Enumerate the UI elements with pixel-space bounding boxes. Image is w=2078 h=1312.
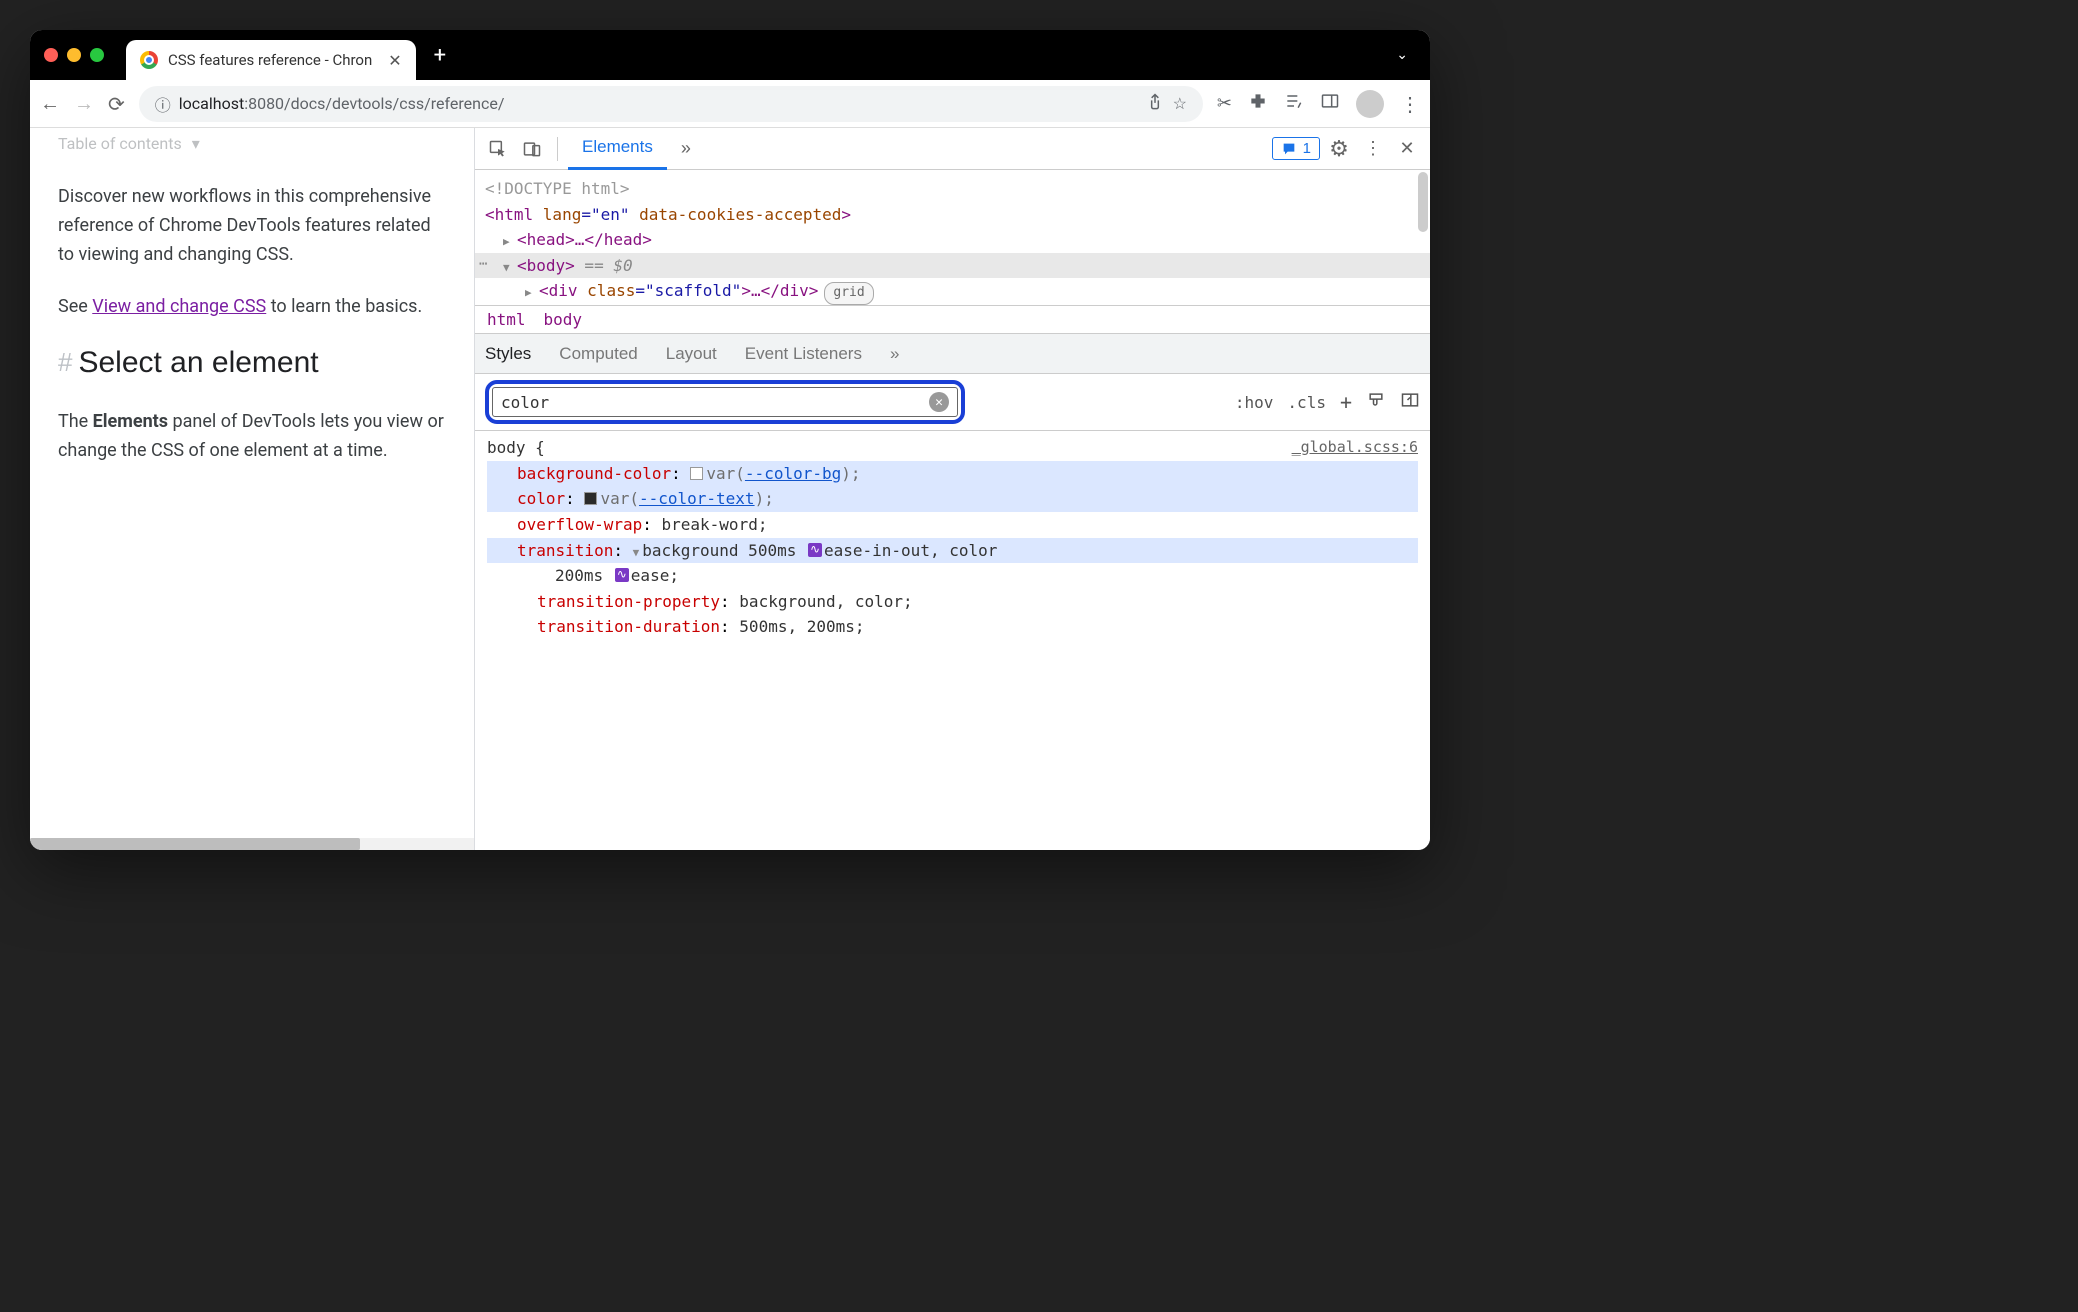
inspect-icon[interactable] (483, 134, 513, 164)
browser-toolbar: ← → ⟳ ⓘ localhost:8080/docs/devtools/css… (30, 80, 1430, 128)
content-area: Table of contents ▾ Discover new workflo… (30, 128, 1430, 850)
back-button[interactable]: ← (40, 91, 60, 116)
declaration-background-color[interactable]: background-color: var(--color-bg); (487, 461, 1418, 487)
new-style-rule-icon[interactable]: + (1340, 390, 1352, 414)
horizontal-scrollbar[interactable] (30, 838, 474, 850)
close-devtools-icon[interactable]: ✕ (1392, 134, 1422, 164)
tab-elements[interactable]: Elements (568, 128, 667, 170)
grid-badge[interactable]: grid (824, 282, 873, 305)
styles-tabs: Styles Computed Layout Event Listeners » (475, 334, 1430, 374)
page-viewport: Table of contents ▾ Discover new workflo… (30, 128, 475, 850)
window-controls (44, 48, 104, 62)
declaration-transition[interactable]: transition: ▼background 500ms ease-in-ou… (487, 538, 1418, 564)
dom-node-head[interactable]: ▶<head>…</head> (475, 227, 1430, 253)
titlebar: CSS features reference - Chron ✕ + ⌄ (30, 30, 1430, 80)
declaration-overflow-wrap[interactable]: overflow-wrap: break-word; (487, 512, 1418, 538)
extensions-icon[interactable] (1248, 91, 1268, 116)
hov-button[interactable]: :hov (1235, 393, 1274, 412)
browser-tab[interactable]: CSS features reference - Chron ✕ (126, 40, 416, 80)
profile-avatar[interactable] (1356, 90, 1384, 118)
reading-list-icon[interactable] (1284, 91, 1304, 116)
styles-pane[interactable]: body { _global.scss:6 background-color: … (475, 431, 1430, 850)
node-menu-icon[interactable]: ⋯ (479, 253, 487, 275)
tabs-menu-button[interactable]: ⌄ (1396, 47, 1408, 63)
dom-doctype[interactable]: <!DOCTYPE html> (485, 179, 630, 198)
more-tabs-icon[interactable]: » (890, 344, 899, 364)
page-paragraph: See View and change CSS to learn the bas… (58, 293, 446, 322)
bezier-swatch-icon[interactable] (808, 543, 822, 557)
device-toolbar-icon[interactable] (517, 134, 547, 164)
breadcrumb-body[interactable]: body (544, 310, 583, 329)
dom-node-html[interactable]: <html lang="en" data-cookies-accepted> (475, 202, 1430, 228)
more-tabs-icon[interactable]: » (671, 134, 701, 164)
devtools-panel: Elements » 1 ⚙ ⋮ ✕ <!DOCTYPE html> <html… (475, 128, 1430, 850)
browser-window: CSS features reference - Chron ✕ + ⌄ ← →… (30, 30, 1430, 850)
chevron-down-icon: ▾ (192, 134, 200, 153)
devtools-menu-icon[interactable]: ⋮ (1358, 134, 1388, 164)
declaration-transition-cont[interactable]: 200ms ease; (487, 563, 1418, 589)
page-heading-select-element: #Select an element (58, 346, 446, 380)
close-window-button[interactable] (44, 48, 58, 62)
color-swatch-icon[interactable] (690, 467, 703, 480)
computed-sidebar-icon[interactable] (1400, 390, 1420, 414)
declaration-transition-duration[interactable]: transition-duration: 500ms, 200ms; (487, 614, 1418, 640)
scissors-icon[interactable]: ✂ (1217, 93, 1232, 114)
dom-tree[interactable]: <!DOCTYPE html> <html lang="en" data-coo… (475, 170, 1430, 305)
styles-filter-input[interactable] (501, 393, 923, 412)
forward-button[interactable]: → (74, 91, 94, 116)
page-paragraph: Discover new workflows in this comprehen… (58, 183, 446, 269)
toc-toggle[interactable]: Table of contents ▾ (58, 134, 446, 153)
settings-gear-icon[interactable]: ⚙ (1324, 134, 1354, 164)
breadcrumb-html[interactable]: html (487, 310, 526, 329)
vertical-scrollbar[interactable] (1418, 172, 1428, 232)
site-info-icon[interactable]: ⓘ (155, 92, 171, 116)
tab-event-listeners[interactable]: Event Listeners (745, 344, 862, 364)
expand-shorthand-icon[interactable]: ▼ (633, 546, 640, 559)
issues-button[interactable]: 1 (1272, 137, 1320, 160)
rule-header: body { _global.scss:6 (487, 435, 1418, 461)
devtools-header: Elements » 1 ⚙ ⋮ ✕ (475, 128, 1430, 170)
browser-menu-button[interactable]: ⋮ (1400, 92, 1420, 116)
declaration-color[interactable]: color: var(--color-text); (487, 486, 1418, 512)
reload-button[interactable]: ⟳ (108, 92, 125, 116)
address-bar[interactable]: ⓘ localhost:8080/docs/devtools/css/refer… (139, 86, 1203, 122)
tab-computed[interactable]: Computed (559, 344, 637, 364)
dom-node-div[interactable]: ▶<div class="scaffold">…</div>grid (475, 278, 1430, 305)
paint-brush-icon[interactable] (1366, 390, 1386, 414)
maximize-window-button[interactable] (90, 48, 104, 62)
expand-arrow-icon[interactable]: ▶ (525, 284, 539, 302)
tab-layout[interactable]: Layout (666, 344, 717, 364)
color-swatch-icon[interactable] (584, 492, 597, 505)
clear-filter-icon[interactable]: ✕ (929, 392, 949, 412)
filter-highlight: ✕ (485, 380, 965, 424)
anchor-hash-icon[interactable]: # (58, 347, 72, 377)
toolbar-actions: ✂ ⋮ (1217, 90, 1420, 118)
tab-styles[interactable]: Styles (485, 344, 531, 364)
tab-title: CSS features reference - Chron (168, 51, 372, 69)
url-text: localhost:8080/docs/devtools/css/referen… (179, 94, 505, 113)
rule-source-link[interactable]: _global.scss:6 (1292, 435, 1418, 461)
new-tab-button[interactable]: + (434, 43, 446, 68)
collapse-arrow-icon[interactable]: ▼ (503, 259, 517, 277)
bezier-swatch-icon[interactable] (615, 568, 629, 582)
rule-selector[interactable]: body { (487, 435, 545, 461)
declaration-transition-property[interactable]: transition-property: background, color; (487, 589, 1418, 615)
breadcrumb: html body (475, 305, 1430, 334)
chrome-icon (140, 51, 158, 69)
minimize-window-button[interactable] (67, 48, 81, 62)
expand-arrow-icon[interactable]: ▶ (503, 233, 517, 251)
styles-toolbar: ✕ :hov .cls + (475, 374, 1430, 431)
side-panel-icon[interactable] (1320, 91, 1340, 116)
bookmark-icon[interactable]: ☆ (1173, 94, 1187, 113)
view-change-css-link[interactable]: View and change CSS (92, 296, 266, 317)
close-tab-button[interactable]: ✕ (388, 51, 401, 70)
share-icon[interactable] (1145, 92, 1165, 116)
dom-node-body[interactable]: ⋯ ▼<body> == $0 (475, 253, 1430, 279)
cls-button[interactable]: .cls (1287, 393, 1326, 412)
page-paragraph: The Elements panel of DevTools lets you … (58, 408, 446, 466)
